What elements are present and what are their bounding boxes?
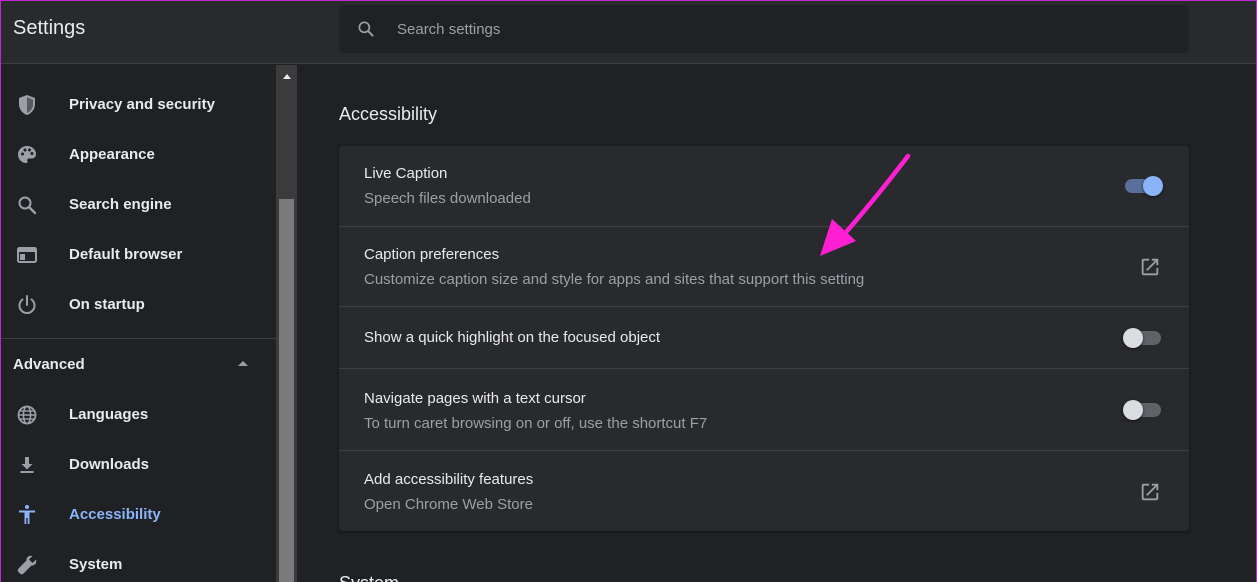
caret-up-icon bbox=[238, 361, 248, 366]
sidebar-item-on-startup[interactable]: On startup bbox=[1, 280, 276, 330]
partial-icon bbox=[15, 65, 39, 69]
app-title: Settings bbox=[13, 17, 86, 39]
sidebar: Privacy and security Appearance Search e… bbox=[1, 65, 276, 582]
row-subtitle: Customize caption size and style for app… bbox=[364, 271, 865, 288]
sidebar-item-search-engine[interactable]: Search engine bbox=[1, 180, 276, 230]
sidebar-item-appearance[interactable]: Appearance bbox=[1, 130, 276, 180]
sidebar-item-label: Appearance bbox=[69, 146, 155, 163]
browser-window-icon bbox=[17, 247, 37, 263]
sidebar-scrollbar[interactable] bbox=[276, 65, 297, 582]
next-section-title: System bbox=[339, 573, 399, 582]
row-title: Live Caption bbox=[364, 165, 448, 182]
scroll-thumb[interactable] bbox=[279, 199, 294, 582]
row-subtitle: Open Chrome Web Store bbox=[364, 496, 533, 513]
row-title: Show a quick highlight on the focused ob… bbox=[364, 329, 661, 346]
scroll-up-button[interactable] bbox=[276, 65, 297, 87]
power-icon bbox=[18, 295, 36, 314]
row-title: Caption preferences bbox=[364, 246, 500, 263]
sidebar-item-label: Privacy and security bbox=[69, 96, 215, 113]
search-icon bbox=[18, 196, 37, 215]
row-text-cursor[interactable]: Navigate pages with a text cursor To tur… bbox=[339, 368, 1189, 450]
sidebar-item-label: Languages bbox=[69, 406, 149, 423]
live-caption-toggle[interactable] bbox=[1125, 176, 1163, 196]
sidebar-item-system[interactable]: System bbox=[1, 540, 276, 582]
row-subtitle: Speech files downloaded bbox=[364, 190, 531, 207]
search-icon[interactable] bbox=[356, 19, 376, 39]
toggle-knob bbox=[1123, 400, 1143, 420]
row-subtitle: To turn caret browsing on or off, use th… bbox=[364, 415, 708, 432]
advanced-section-toggle[interactable]: Advanced bbox=[1, 339, 276, 389]
row-quick-highlight[interactable]: Show a quick highlight on the focused ob… bbox=[339, 306, 1189, 368]
accessibility-icon bbox=[19, 505, 35, 524]
sidebar-item-default-browser[interactable]: Default browser bbox=[1, 230, 276, 280]
download-icon bbox=[20, 457, 34, 473]
scroll-up-arrow-icon bbox=[282, 74, 291, 79]
toggle-knob bbox=[1123, 328, 1143, 348]
search-box[interactable] bbox=[339, 5, 1189, 53]
quick-highlight-toggle[interactable] bbox=[1123, 328, 1161, 348]
row-title: Navigate pages with a text cursor bbox=[364, 390, 586, 407]
shield-icon bbox=[19, 95, 35, 115]
sidebar-item-privacy-and-security[interactable]: Privacy and security bbox=[1, 80, 276, 130]
external-link-icon[interactable] bbox=[1139, 256, 1161, 278]
sidebar-item-label: Accessibility bbox=[69, 506, 161, 523]
sidebar-item-label: On startup bbox=[69, 296, 145, 313]
row-add-accessibility-features[interactable]: Add accessibility features Open Chrome W… bbox=[339, 450, 1189, 531]
accessibility-card: Live Caption Speech files downloaded Cap… bbox=[339, 146, 1189, 531]
external-link-icon[interactable] bbox=[1139, 481, 1161, 503]
text-cursor-toggle[interactable] bbox=[1123, 400, 1161, 420]
section-title: Accessibility bbox=[339, 104, 438, 124]
toggle-knob bbox=[1143, 176, 1163, 196]
sidebar-item-downloads[interactable]: Downloads bbox=[1, 440, 276, 490]
sidebar-item-label: System bbox=[69, 556, 123, 573]
row-title: Add accessibility features bbox=[364, 471, 534, 488]
search-input[interactable] bbox=[397, 17, 1157, 41]
sidebar-item-languages[interactable]: Languages bbox=[1, 390, 276, 440]
globe-icon bbox=[17, 405, 37, 425]
advanced-label: Advanced bbox=[13, 356, 85, 373]
row-caption-preferences[interactable]: Caption preferences Customize caption si… bbox=[339, 226, 1189, 306]
sidebar-item-label: Search engine bbox=[69, 196, 172, 213]
row-live-caption[interactable]: Live Caption Speech files downloaded bbox=[339, 146, 1189, 226]
sidebar-item-label: Default browser bbox=[69, 246, 183, 263]
sidebar-item-accessibility[interactable]: Accessibility bbox=[1, 490, 276, 540]
wrench-icon bbox=[17, 555, 37, 575]
sidebar-item-label: Downloads bbox=[69, 456, 150, 473]
palette-icon bbox=[18, 146, 36, 163]
top-bar: Settings bbox=[1, 1, 1256, 64]
main-content: Accessibility Live Caption Speech files … bbox=[297, 65, 1256, 582]
